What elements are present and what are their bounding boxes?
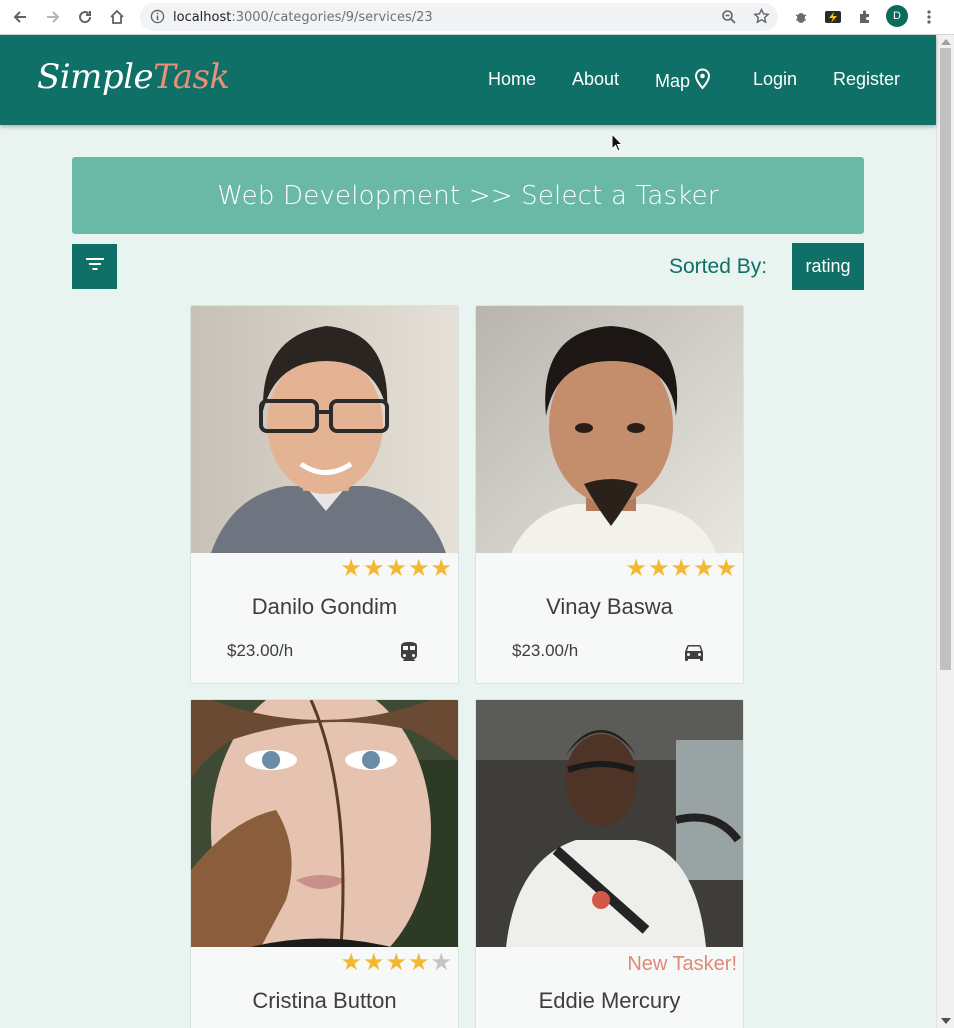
tasker-photo [476,700,743,947]
address-bar[interactable]: localhost:3000/categories/9/services/23 [140,3,778,31]
star-icon: ★ [625,555,647,582]
car-icon [682,640,706,664]
zoom-icon[interactable] [721,9,737,30]
rating-stars: ★ ★ ★ ★ ★ [340,950,452,976]
tasker-name[interactable]: Cristina Button [191,988,458,1014]
star-icon: ★ [430,555,452,582]
sort-label: Sorted By: [669,255,768,278]
nav-login-link[interactable]: Login [753,69,797,90]
puzzle-extensions-icon[interactable] [854,6,876,28]
sort-rating-button[interactable]: rating [792,243,864,290]
page-title: Web Development >> Select a Tasker [217,180,719,211]
star-icon: ★ [407,555,430,582]
star-icon: ★ [362,949,385,976]
rating-stars: ★ ★ ★ ★ ★ [340,556,452,582]
kebab-menu-icon[interactable] [918,6,940,28]
tasker-name[interactable]: Eddie Mercury [476,988,743,1014]
tasker-card[interactable]: New Tasker! Eddie Mercury [475,699,744,1028]
star-icon: ★ [385,555,407,582]
site-navbar: SimpleTask Home About Map Login Register [0,35,936,125]
page-scrollbar[interactable] [936,35,954,1028]
tasker-rate: $23.00/h [227,641,294,660]
browser-toolbar: localhost:3000/categories/9/services/23 … [0,0,954,35]
bookmark-star-icon[interactable] [753,7,770,30]
bug-extension-icon[interactable] [790,6,812,28]
tasker-photo [191,306,458,553]
new-tasker-badge: New Tasker! [627,953,737,975]
star-icon: ★ [340,949,362,976]
tasker-photo [191,700,458,947]
page-heading-banner: Web Development >> Select a Tasker [72,157,864,234]
tasker-card[interactable]: ★ ★ ★ ★ ★ Cristina Button [190,699,459,1028]
profile-avatar[interactable]: D [886,5,908,27]
brand-logo[interactable]: SimpleTask [37,57,230,97]
map-pin-icon [694,68,711,95]
filter-icon [85,257,105,276]
star-icon: ★ [385,949,407,976]
star-empty-icon: ★ [430,949,452,976]
mouse-cursor-icon [611,132,624,157]
home-icon[interactable] [106,6,128,28]
reload-icon[interactable] [74,6,96,28]
star-icon: ★ [362,555,385,582]
rating-stars: ★ ★ ★ ★ ★ [625,556,737,582]
star-icon: ★ [692,555,715,582]
star-icon: ★ [715,555,737,582]
lightning-extension-icon[interactable] [822,6,844,28]
star-icon: ★ [340,555,362,582]
tasker-name[interactable]: Danilo Gondim [191,594,458,620]
nav-map-link[interactable]: Map [655,68,711,95]
back-icon[interactable] [9,6,31,28]
nav-about-link[interactable]: About [572,69,619,90]
star-icon: ★ [647,555,670,582]
tasker-card[interactable]: ★ ★ ★ ★ ★ Danilo Gondim $23.00/h [190,305,459,684]
scroll-down-arrow[interactable] [941,1018,951,1024]
tasker-name[interactable]: Vinay Baswa [476,594,743,620]
nav-map-label: Map [655,71,691,91]
star-icon: ★ [407,949,430,976]
filter-button[interactable] [72,244,117,289]
tasker-rate: $23.00/h [512,641,579,660]
scroll-thumb[interactable] [940,48,951,670]
train-icon [397,640,421,664]
tasker-card[interactable]: ★ ★ ★ ★ ★ Vinay Baswa $23.00/h [475,305,744,684]
info-icon[interactable] [150,9,165,29]
nav-home-link[interactable]: Home [488,69,536,90]
scroll-up-arrow[interactable] [941,39,951,45]
nav-register-link[interactable]: Register [833,69,900,90]
url-text: localhost:3000/categories/9/services/23 [173,9,433,25]
star-icon: ★ [670,555,692,582]
tasker-photo [476,306,743,553]
forward-icon[interactable] [42,6,64,28]
